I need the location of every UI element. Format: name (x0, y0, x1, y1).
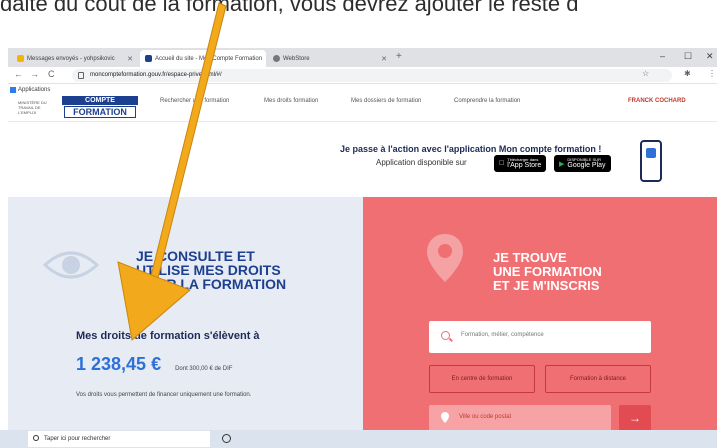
rights-title: Mes droits de formation s'élèvent à (76, 330, 260, 342)
close-icon[interactable]: ✕ (262, 55, 266, 63)
site-logo[interactable]: COMPTE FORMATION (62, 96, 138, 119)
rights-heading-line: POUR LA FORMATION (136, 276, 287, 292)
tab-label: WebStore (283, 55, 310, 62)
search-heading-line: ET JE M'INSCRIS (493, 278, 600, 293)
screenshot-root: daite du coût de la formation, vous devr… (0, 0, 717, 448)
site-header: MINISTÈRE DU TRAVAIL DE L'EMPLOI COMPTE … (8, 96, 717, 122)
extension-icon[interactable]: ✱ (684, 69, 691, 78)
filter-centre-button[interactable]: En centre de formation (429, 365, 535, 393)
address-bar-row: ← → C moncompteformation.gouv.fr/espace-… (8, 67, 717, 84)
training-search-input[interactable]: Formation, métier, compétence (429, 321, 651, 353)
nav-mes-droits[interactable]: Mes droits formation (264, 98, 318, 104)
windows-taskbar: Taper ici pour rechercher (0, 430, 717, 448)
browser-tab-bar: Messages envoyés - yohpsikovic ✕ Accueil… (8, 48, 717, 67)
amount-row: 1 238,45 € Dont 300,00 € de DIF (76, 354, 232, 375)
webstore-icon (273, 55, 280, 62)
logo-bottom-text: FORMATION (64, 106, 136, 118)
app-promo-banner: Je passe à l'action avec l'application M… (8, 122, 717, 197)
search-icon (441, 331, 450, 340)
search-heading-line: UNE FORMATION (493, 264, 602, 279)
bookmark-applications[interactable]: Applications (18, 87, 50, 93)
map-pin-icon (441, 412, 449, 423)
search-panel: JE TROUVE UNE FORMATION ET JE M'INSCRIS … (363, 197, 717, 437)
maximize-button[interactable]: ☐ (684, 51, 692, 62)
app-store-label: l'App Store (502, 162, 541, 169)
site-favicon-icon (145, 55, 152, 62)
logo-top-text: COMPTE (62, 96, 138, 105)
cortana-icon[interactable] (222, 434, 231, 443)
rights-description: Vos droits vous permettent de financer u… (76, 392, 252, 398)
location-placeholder: Ville ou code postal (459, 414, 511, 420)
tab-label: Messages envoyés - yohpsikovic (27, 55, 115, 62)
google-play-label: Google Play (567, 162, 606, 169)
new-tab-button[interactable]: + (396, 51, 402, 62)
rights-panel: JE CONSULTE ET UTILISE MES DROITS POUR L… (8, 197, 363, 437)
reload-icon[interactable]: C (48, 69, 55, 79)
taskbar-search-input[interactable]: Taper ici pour rechercher (28, 431, 210, 447)
government-logo: MINISTÈRE DU TRAVAIL DE L'EMPLOI (18, 100, 47, 115)
rights-heading-line: JE CONSULTE ET (136, 248, 255, 264)
close-window-button[interactable]: ✕ (706, 51, 714, 62)
nav-comprendre[interactable]: Comprendre la formation (454, 98, 520, 104)
minimize-button[interactable]: – (660, 51, 665, 61)
caption-text: daite du coût de la formation, vous devr… (0, 0, 579, 16)
menu-icon[interactable]: ⋮ (708, 69, 716, 78)
phone-illustration-icon (640, 140, 662, 182)
star-icon[interactable]: ☆ (642, 69, 649, 78)
url-text: moncompteformation.gouv.fr/espace-prive/… (90, 72, 222, 78)
search-placeholder: Formation, métier, compétence (461, 332, 544, 338)
bookmarks-bar: Applications (8, 84, 717, 96)
search-icon (33, 435, 39, 441)
promo-title: Je passe à l'action avec l'application M… (340, 144, 602, 154)
dif-note: Dont 300,00 € de DIF (175, 366, 233, 372)
nav-mes-dossiers[interactable]: Mes dossiers de formation (351, 98, 421, 104)
tab-messages[interactable]: Messages envoyés - yohpsikovic ✕ (12, 50, 138, 67)
play-icon: ▶ (559, 160, 565, 168)
search-heading: JE TROUVE UNE FORMATION ET JE M'INSCRIS (493, 251, 602, 293)
promo-subtitle: Application disponible sur (376, 158, 467, 167)
app-store-button[interactable]:  Télécharger dansl'App Store (494, 155, 547, 172)
filter-distance-button[interactable]: Formation à distance (545, 365, 651, 393)
lock-icon (78, 72, 84, 79)
tab-label: Accueil du site - Mon Compte Formation (155, 55, 263, 62)
rights-heading: JE CONSULTE ET UTILISE MES DROITS POUR L… (136, 249, 286, 291)
close-icon[interactable]: ✕ (123, 55, 133, 63)
rights-amount: 1 238,45 € (76, 354, 162, 374)
apps-grid-icon[interactable] (10, 87, 16, 93)
close-icon[interactable]: ✕ (377, 55, 387, 63)
google-play-button[interactable]: ▶ DISPONIBLE SUR Google Play (554, 155, 611, 172)
rights-heading-line: UTILISE MES DROITS (136, 262, 281, 278)
mail-icon (17, 55, 24, 62)
apple-icon:  (499, 160, 504, 167)
eye-icon (43, 251, 99, 279)
location-pin-icon (427, 234, 463, 282)
taskbar-search-placeholder: Taper ici pour rechercher (44, 436, 111, 442)
tab-moncompteformation[interactable]: Accueil du site - Mon Compte Formation ✕ (140, 50, 266, 67)
url-input[interactable]: moncompteformation.gouv.fr/espace-prive/… (72, 69, 672, 82)
nav-rechercher[interactable]: Rechercher une formation (160, 98, 229, 104)
forward-icon[interactable]: → (30, 69, 39, 79)
search-submit-button[interactable]: → (619, 405, 651, 431)
back-icon[interactable]: ← (14, 69, 23, 79)
tab-webstore[interactable]: WebStore ✕ (268, 50, 392, 67)
search-heading-line: JE TROUVE (493, 250, 567, 265)
account-button[interactable]: FRANCK COCHARD (628, 98, 686, 104)
location-input[interactable]: Ville ou code postal (429, 405, 611, 431)
